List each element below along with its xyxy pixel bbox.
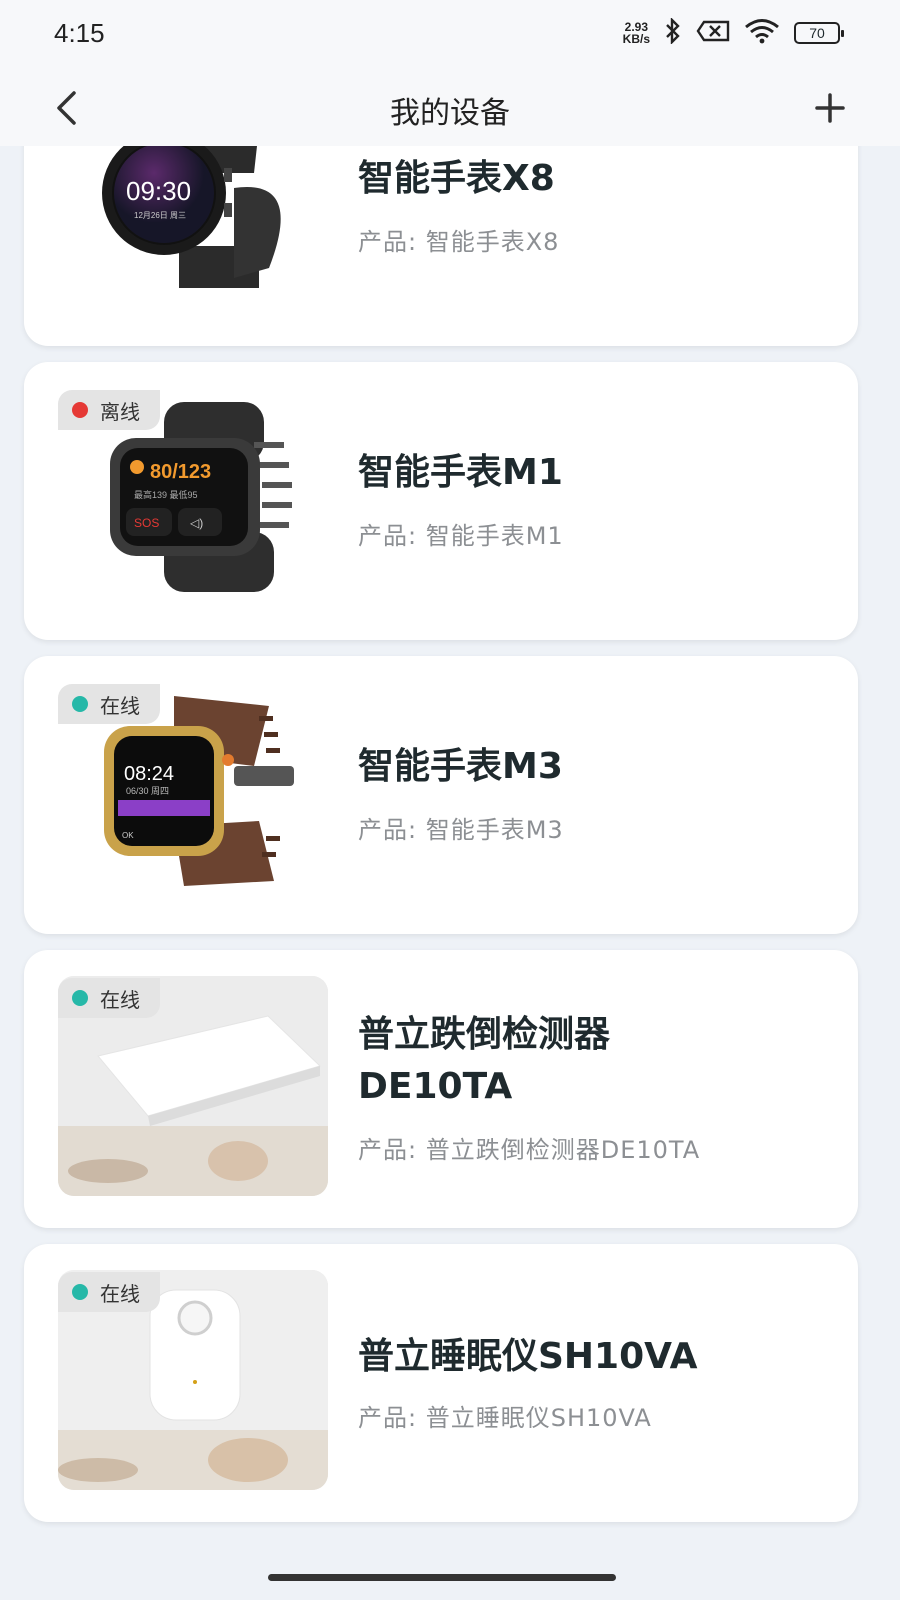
app-header: 我的设备 <box>0 70 900 146</box>
device-name: 普立睡眠仪SH10VA <box>358 1336 698 1377</box>
network-speed-unit: KB/s <box>622 32 650 46</box>
device-product: 产品: 智能手表M1 <box>358 522 564 550</box>
online-dot-icon <box>72 696 88 712</box>
status-label: 在线 <box>100 1281 140 1306</box>
device-name-line1: 普立跌倒检测器 <box>358 1014 611 1055</box>
status-label: 在线 <box>100 987 140 1012</box>
no-sim-icon <box>696 20 730 46</box>
device-card-sh10va[interactable]: 在线 普立睡眠仪SH10VA 产品: 普立睡眠仪SH10VA <box>24 1244 858 1522</box>
offline-dot-icon <box>72 402 88 418</box>
wifi-icon <box>744 18 780 48</box>
add-device-button[interactable] <box>808 86 852 130</box>
device-product: 产品: 普立睡眠仪SH10VA <box>358 1404 652 1432</box>
square-smartwatch-black-image: 80/123 最高139 最低95 SOS ◁) <box>104 402 304 592</box>
status-badge: 在线 <box>58 978 160 1018</box>
svg-text:◁): ◁) <box>190 516 203 530</box>
svg-text:09:30: 09:30 <box>126 176 191 206</box>
device-name: 智能手表M1 <box>358 452 563 493</box>
round-smartwatch-image: 09:30 12月26日 周三 <box>84 128 344 288</box>
device-card-m3[interactable]: 在线 08:24 06/30 周四 OK 智能手表M3 产品: 智能手表M3 <box>24 656 858 934</box>
device-name: 智能手表M3 <box>358 746 563 787</box>
svg-text:80/123: 80/123 <box>150 461 211 483</box>
home-indicator[interactable] <box>268 1574 616 1581</box>
online-dot-icon <box>72 1284 88 1300</box>
device-product: 产品: 智能手表M3 <box>358 816 564 844</box>
status-badge: 离线 <box>58 390 160 430</box>
status-label: 在线 <box>100 693 140 718</box>
device-product: 产品: 智能手表X8 <box>358 228 560 256</box>
svg-text:SOS: SOS <box>134 516 159 530</box>
status-bar: 4:15 2.93 KB/s 70 <box>0 0 900 70</box>
svg-text:06/30 周四: 06/30 周四 <box>126 786 169 796</box>
status-badge: 在线 <box>58 1272 160 1312</box>
device-card-m1[interactable]: 离线 80/123 最高139 最低95 SOS ◁) 智能手表M1 产品: 智… <box>24 362 858 640</box>
svg-text:12月26日 周三: 12月26日 周三 <box>134 211 186 220</box>
device-name-line2: DE10TA <box>358 1066 513 1107</box>
device-card-de10ta[interactable]: 在线 普立跌倒检测器 DE10TA 产品: 普立跌倒检测器DE10TA <box>24 950 858 1228</box>
svg-text:08:24: 08:24 <box>124 763 174 785</box>
status-badge: 在线 <box>58 684 160 724</box>
page-title: 我的设备 <box>390 96 510 131</box>
device-list: 09:30 12月26日 周三 智能手表X8 产品: 智能手表X8 离线 80/… <box>0 0 900 1600</box>
status-time: 4:15 <box>54 18 105 48</box>
svg-text:OK: OK <box>122 831 134 840</box>
network-speed: 2.93 KB/s <box>623 21 650 45</box>
status-icons: 2.93 KB/s 70 <box>623 17 844 48</box>
square-smartwatch-gold-image: 08:24 06/30 周四 OK <box>94 696 314 886</box>
device-name: 智能手表X8 <box>358 158 555 199</box>
plus-icon <box>815 93 845 123</box>
status-label: 离线 <box>100 399 140 424</box>
device-product: 产品: 普立跌倒检测器DE10TA <box>358 1136 701 1164</box>
online-dot-icon <box>72 990 88 1006</box>
battery-icon: 70 <box>794 22 844 44</box>
bluetooth-icon <box>664 17 682 48</box>
svg-text:最高139 最低95: 最高139 最低95 <box>134 489 198 500</box>
